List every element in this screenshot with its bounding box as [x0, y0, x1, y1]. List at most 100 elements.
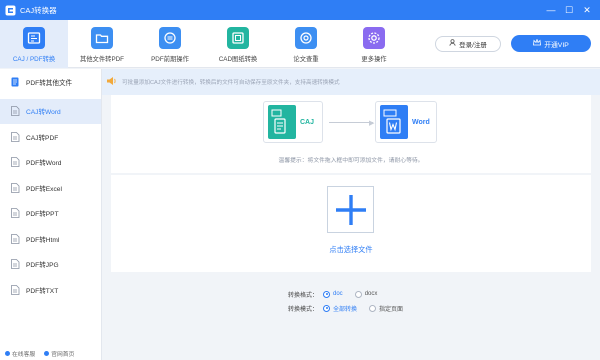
word-format-card: Word	[375, 101, 437, 143]
tool-label: 论文查重	[293, 56, 319, 63]
document-icon	[11, 131, 20, 142]
conversion-panel: CAJ ▶ Word 温馨提示：将文件拖入框中即可添加文件，请耐心等待。	[111, 95, 591, 173]
sidebar-item-label: PDF转Html	[26, 236, 60, 244]
document-icon	[11, 106, 20, 117]
radio-unselected	[354, 290, 362, 298]
radio-label: 全部转换	[333, 306, 358, 313]
home-icon	[44, 350, 50, 356]
sidebar-item-label: PDF转PPT	[26, 211, 59, 219]
crown-icon	[533, 38, 542, 48]
sidebar-item-label: PDF转其他文件	[26, 79, 73, 87]
document-icon	[11, 233, 20, 244]
online-service-link[interactable]: 在线客服	[5, 349, 35, 358]
sidebar-item-label: CAJ转PDF	[26, 134, 59, 142]
document-icon	[11, 284, 20, 295]
caj-file-icon	[268, 105, 296, 139]
open-vip-button[interactable]: 开通VIP	[511, 35, 591, 52]
mode-specified-radio[interactable]: 指定页面	[369, 304, 403, 313]
login-label: 登录/注册	[459, 41, 487, 49]
sidebar-footer: 在线客服 官网首页	[0, 346, 101, 360]
tool-label: CAJ / PDF转换	[12, 56, 56, 63]
pdf-file-icon	[11, 77, 20, 87]
format-docx-radio[interactable]: docx	[354, 290, 378, 298]
document-icon	[11, 182, 20, 193]
sidebar-item-pdf-to-excel[interactable]: PDF转Excel	[0, 175, 101, 201]
file-drop-zone[interactable]: 点击选择文件	[111, 175, 591, 272]
arrow-right-icon: ▶	[369, 120, 375, 127]
online-service-label: 在线客服	[12, 351, 36, 358]
radio-label: 指定页面	[379, 306, 404, 313]
sidebar-item-pdf-to-jpg[interactable]: PDF转JPG	[0, 252, 101, 278]
sidebar-item-label: PDF转Excel	[26, 185, 62, 193]
tool-label: CAD图纸转换	[218, 56, 258, 63]
folder-icon	[91, 27, 113, 49]
caj-format-card: CAJ	[263, 101, 323, 143]
pdf-ops-icon	[159, 27, 181, 49]
user-icon	[449, 39, 456, 48]
radio-label: doc	[333, 291, 343, 297]
format-doc-radio[interactable]: doc	[323, 290, 343, 298]
add-file-button[interactable]	[327, 186, 374, 233]
conversion-arrow	[329, 122, 373, 123]
sidebar-item-pdf-to-html[interactable]: PDF转Html	[0, 226, 101, 252]
app-logo-icon	[5, 5, 16, 16]
document-icon	[11, 208, 20, 219]
sidebar-item-pdf-to-word[interactable]: PDF转Word	[0, 150, 101, 176]
service-icon	[5, 350, 10, 356]
minimize-button[interactable]: —	[542, 2, 560, 18]
announcement-icon	[106, 76, 118, 88]
sidebar-item-label: PDF转TXT	[26, 287, 59, 295]
tool-caj-pdf[interactable]: CAJ / PDF转换	[0, 20, 68, 68]
sidebar-item-pdf-to-other[interactable]: PDF转其他文件	[0, 69, 101, 95]
plus-icon	[335, 194, 366, 225]
tool-pdf-ops[interactable]: PDF前期操作	[136, 20, 204, 68]
tool-other-to-pdf[interactable]: 其他文件转PDF	[68, 20, 136, 68]
cad-icon	[227, 27, 249, 49]
sidebar-item-pdf-to-txt[interactable]: PDF转TXT	[0, 277, 101, 303]
tool-thesis-check[interactable]: 论文查重	[272, 20, 340, 68]
info-banner: 可批量添加CAJ文件进行转换，转换后的文件可自动保存至原文件夹，支持高速转换模式	[102, 69, 600, 95]
app-title: CAJ转换器	[20, 5, 57, 15]
tool-label: 其他文件转PDF	[79, 56, 125, 63]
radio-selected	[323, 304, 330, 312]
sidebar-item-label: PDF转JPG	[26, 262, 59, 270]
format-label: 转换格式：	[287, 292, 318, 299]
banner-text: 可批量添加CAJ文件进行转换，转换后的文件可自动保存至原文件夹，支持高速转换模式	[122, 80, 340, 86]
sidebar-item-pdf-to-ppt[interactable]: PDF转PPT	[0, 201, 101, 227]
vip-label: 开通VIP	[544, 41, 569, 49]
mode-label: 转换模式：	[287, 306, 318, 313]
tool-label: PDF前期操作	[151, 56, 189, 63]
format-option-row: 转换格式： doc docx	[270, 287, 415, 301]
select-file-label[interactable]: 点击选择文件	[111, 245, 591, 255]
main-toolbar: CAJ / PDF转换 其他文件转PDF PDF前期操作 CAD图纸转换 论文查…	[0, 20, 600, 68]
login-button[interactable]: 登录/注册	[435, 35, 501, 52]
document-icon	[11, 259, 20, 270]
conversion-options: 转换格式： doc docx 转换模式： 全部转换 指定页面	[270, 287, 415, 315]
sidebar-item-label: CAJ转Word	[26, 109, 61, 117]
title-bar: CAJ转换器 — ☐ ✕	[0, 0, 600, 20]
homepage-link[interactable]: 官网首页	[44, 349, 74, 358]
document-icon	[11, 157, 20, 168]
tool-label: 更多操作	[361, 56, 387, 63]
close-button[interactable]: ✕	[578, 2, 596, 18]
homepage-label: 官网首页	[51, 351, 75, 358]
radio-unselected	[369, 304, 377, 312]
word-file-icon	[380, 105, 408, 139]
mode-all-radio[interactable]: 全部转换	[323, 304, 357, 313]
target-format-label: Word	[412, 118, 430, 126]
sidebar-item-caj-to-pdf[interactable]: CAJ转PDF	[0, 124, 101, 150]
sidebar-item-label: PDF转Word	[26, 160, 62, 168]
gear-icon	[363, 27, 385, 49]
sidebar: PDF转其他文件 CAJ转Word CAJ转PDF PDF转Word PDF转E…	[0, 69, 102, 360]
tool-cad[interactable]: CAD图纸转换	[204, 20, 272, 68]
radio-selected	[323, 290, 330, 298]
maximize-button[interactable]: ☐	[560, 2, 578, 18]
hint-text: 温馨提示：将文件拖入框中即可添加文件，请耐心等待。	[278, 158, 424, 164]
mode-option-row: 转换模式： 全部转换 指定页面	[270, 301, 415, 315]
tool-more[interactable]: 更多操作	[340, 20, 408, 68]
source-format-label: CAJ	[300, 118, 315, 126]
sidebar-item-caj-to-word[interactable]: CAJ转Word	[0, 98, 101, 124]
caj-pdf-icon	[23, 27, 45, 49]
at-icon	[295, 27, 317, 49]
radio-label: docx	[364, 291, 378, 297]
